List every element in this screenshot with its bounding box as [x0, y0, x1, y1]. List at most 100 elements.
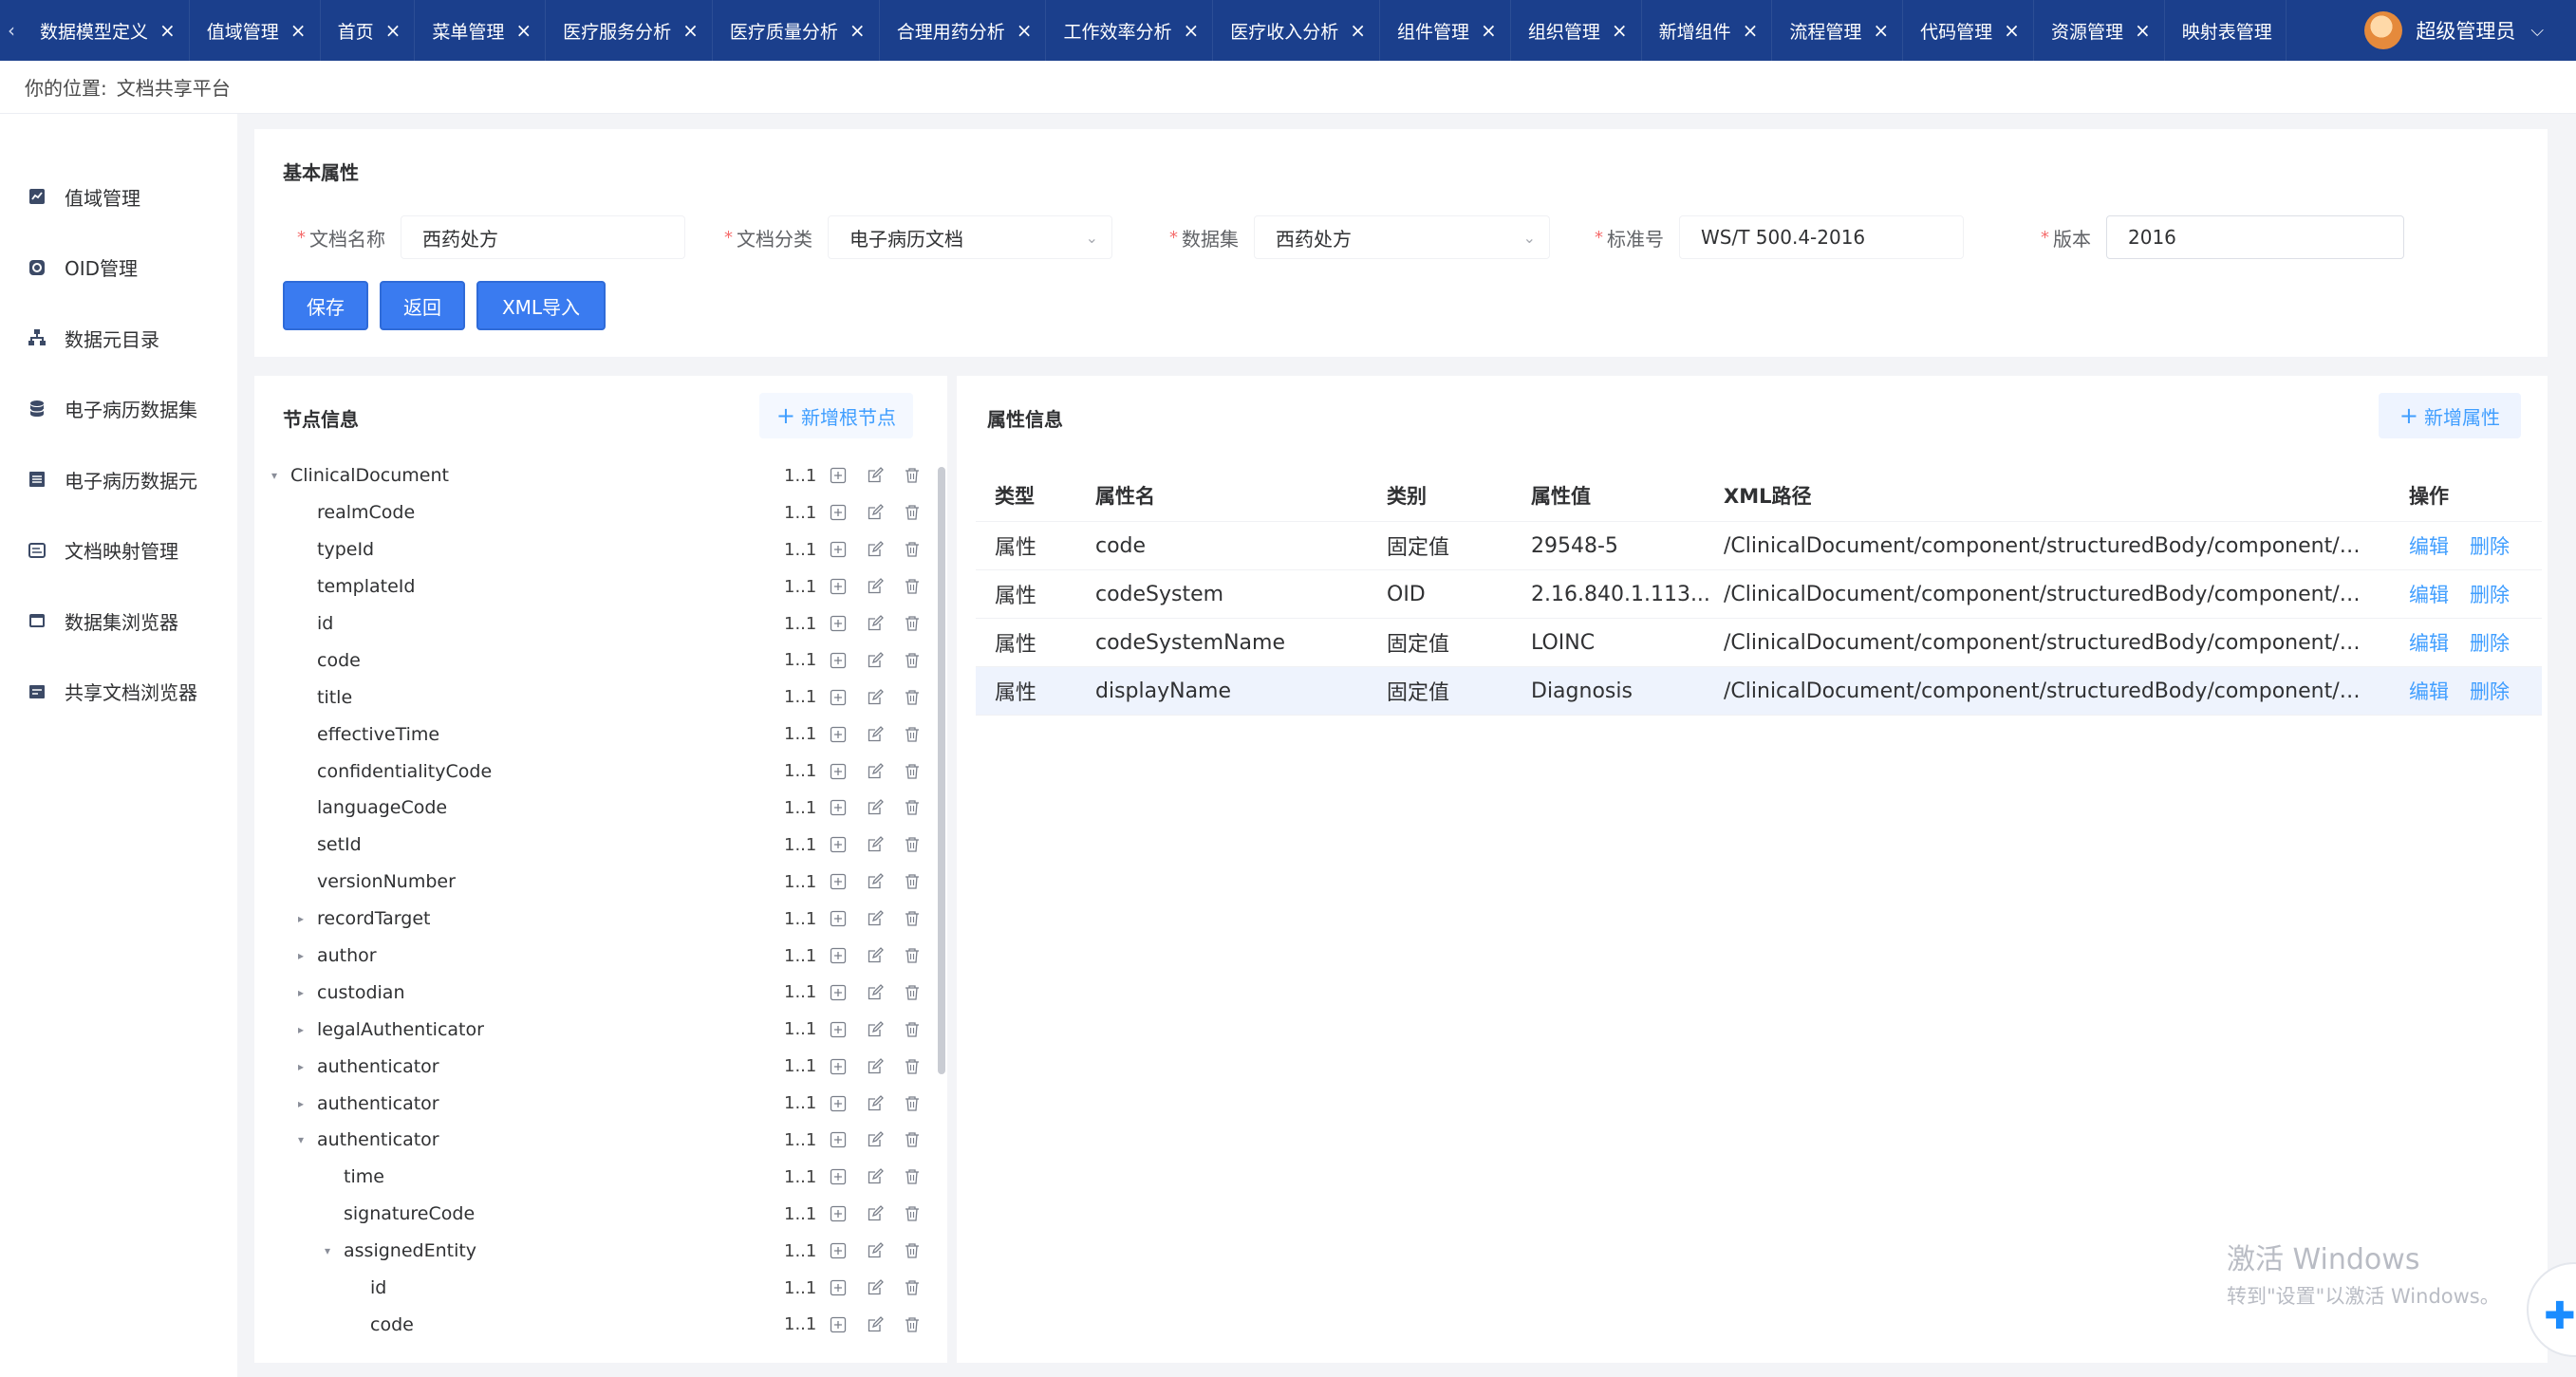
sidebar-item-1[interactable]: OID管理: [0, 233, 237, 304]
table-row[interactable]: 属性 codeSystemName 固定值 LOINC/ClinicalDocumen…: [976, 619, 2542, 667]
add-child-icon[interactable]: [829, 725, 848, 744]
caret-right-icon[interactable]: ▸: [294, 986, 308, 999]
tab-10[interactable]: 组织管理 ×: [1511, 0, 1642, 61]
edit-icon[interactable]: [866, 466, 885, 485]
delete-icon[interactable]: [903, 1278, 922, 1297]
delete-icon[interactable]: [903, 909, 922, 928]
tab-15[interactable]: 映射表管理: [2165, 0, 2287, 61]
close-icon[interactable]: ×: [385, 19, 401, 42]
close-icon[interactable]: ×: [1873, 19, 1889, 42]
breadcrumb-current[interactable]: 文档共享平台: [117, 73, 231, 101]
chevron-down-icon[interactable]: ⌵: [2530, 21, 2544, 41]
edit-icon[interactable]: [866, 909, 885, 928]
tree-node-label[interactable]: code: [370, 1314, 414, 1335]
tree-node-label[interactable]: signatureCode: [344, 1203, 475, 1224]
tree-node[interactable]: ▾ authenticator 1..1: [254, 1122, 930, 1159]
tree-node-label[interactable]: recordTarget: [317, 908, 430, 929]
tree-node[interactable]: id 1..1: [254, 605, 930, 642]
sidebar-item-7[interactable]: 共享文档浏览器: [0, 657, 237, 728]
save-button[interactable]: 保存: [283, 281, 368, 330]
delete-icon[interactable]: [903, 1057, 922, 1076]
tab-14[interactable]: 资源管理 ×: [2034, 0, 2165, 61]
tree-node-label[interactable]: languageCode: [317, 797, 447, 818]
user-menu[interactable]: 超级管理员 ⌵: [2364, 0, 2576, 61]
tree-node[interactable]: typeId 1..1: [254, 531, 930, 568]
tabs-scroll-left-icon[interactable]: ‹: [0, 19, 23, 42]
tree-node[interactable]: signatureCode 1..1: [254, 1196, 930, 1233]
close-icon[interactable]: ×: [159, 19, 176, 42]
delete-icon[interactable]: [903, 1241, 922, 1260]
tree-node[interactable]: ▸ legalAuthenticator 1..1: [254, 1011, 930, 1048]
tree-node-label[interactable]: authenticator: [317, 1129, 439, 1150]
caret-right-icon[interactable]: ▸: [294, 1097, 308, 1110]
add-child-icon[interactable]: [829, 872, 848, 891]
add-child-icon[interactable]: [829, 983, 848, 1002]
doc-category-select[interactable]: 电子病历文档 ⌄: [828, 215, 1112, 259]
sidebar-item-4[interactable]: 电子病历数据元: [0, 444, 237, 515]
add-child-icon[interactable]: [829, 1094, 848, 1113]
add-child-icon[interactable]: [829, 1057, 848, 1076]
add-child-icon[interactable]: [829, 1167, 848, 1186]
tab-12[interactable]: 流程管理 ×: [1772, 0, 1904, 61]
avatar[interactable]: [2364, 11, 2403, 49]
add-child-icon[interactable]: [829, 466, 848, 485]
delete-icon[interactable]: [903, 762, 922, 781]
tree-node[interactable]: ▾ assignedEntity 1..1: [254, 1233, 930, 1270]
tab-13[interactable]: 代码管理 ×: [1903, 0, 2034, 61]
caret-down-icon[interactable]: ▾: [268, 469, 281, 482]
close-icon[interactable]: ×: [849, 19, 866, 42]
close-icon[interactable]: ×: [1017, 19, 1033, 42]
tree-node-label[interactable]: assignedEntity: [344, 1240, 476, 1261]
tree-node[interactable]: effectiveTime 1..1: [254, 716, 930, 753]
edit-link[interactable]: 编辑: [2409, 680, 2449, 703]
delete-icon[interactable]: [903, 1315, 922, 1334]
edit-icon[interactable]: [866, 983, 885, 1002]
add-root-node-button[interactable]: + 新增根节点: [758, 393, 913, 438]
delete-icon[interactable]: [903, 466, 922, 485]
edit-link[interactable]: 编辑: [2409, 584, 2449, 606]
tree-node-label[interactable]: legalAuthenticator: [317, 1019, 484, 1040]
caret-down-icon[interactable]: ▾: [321, 1244, 334, 1257]
tree-node[interactable]: setId 1..1: [254, 827, 930, 864]
tree-node-label[interactable]: templateId: [317, 576, 415, 597]
tree-node-label[interactable]: authenticator: [317, 1093, 439, 1114]
xml-import-button[interactable]: XML导入: [476, 281, 606, 330]
tree-node[interactable]: confidentialityCode 1..1: [254, 753, 930, 790]
edit-link[interactable]: 编辑: [2409, 632, 2449, 655]
tree-scrollbar[interactable]: [938, 467, 945, 1074]
delete-icon[interactable]: [903, 503, 922, 522]
tree-node[interactable]: title 1..1: [254, 679, 930, 716]
tree-node-label[interactable]: typeId: [317, 539, 374, 560]
delete-icon[interactable]: [903, 577, 922, 596]
add-child-icon[interactable]: [829, 1020, 848, 1039]
delete-icon[interactable]: [903, 1130, 922, 1149]
delete-icon[interactable]: [903, 688, 922, 707]
close-icon[interactable]: ×: [1350, 19, 1366, 42]
delete-icon[interactable]: [903, 1204, 922, 1223]
tree-node[interactable]: ▸ authenticator 1..1: [254, 1048, 930, 1085]
delete-icon[interactable]: [903, 614, 922, 633]
edit-icon[interactable]: [866, 762, 885, 781]
table-row[interactable]: 属性 code 固定值 29548-5/ClinicalDocument/compon…: [976, 522, 2542, 570]
add-child-icon[interactable]: [829, 1315, 848, 1334]
delete-link[interactable]: 删除: [2470, 584, 2510, 606]
add-child-icon[interactable]: [829, 651, 848, 670]
tree-node[interactable]: ▸ authenticator 1..1: [254, 1085, 930, 1122]
caret-right-icon[interactable]: ▸: [294, 1023, 308, 1036]
close-icon[interactable]: ×: [515, 19, 532, 42]
dataset-select[interactable]: 西药处方 ⌄: [1254, 215, 1550, 259]
sidebar-item-5[interactable]: 文档映射管理: [0, 515, 237, 586]
add-attribute-button[interactable]: + 新增属性: [2378, 393, 2521, 438]
tree-node[interactable]: ▸ custodian 1..1: [254, 974, 930, 1011]
tab-6[interactable]: 合理用药分析 ×: [880, 0, 1047, 61]
tree-node[interactable]: ▸ recordTarget 1..1: [254, 901, 930, 938]
tree-node-label[interactable]: versionNumber: [317, 871, 456, 892]
table-row[interactable]: 属性 codeSystem OID 2.16.840.1.113... /Clinica…: [976, 570, 2542, 619]
caret-right-icon[interactable]: ▸: [294, 1060, 308, 1073]
add-child-icon[interactable]: [829, 688, 848, 707]
add-child-icon[interactable]: [829, 909, 848, 928]
tab-7[interactable]: 工作效率分析 ×: [1046, 0, 1214, 61]
delete-icon[interactable]: [903, 946, 922, 965]
add-child-icon[interactable]: [829, 503, 848, 522]
tab-9[interactable]: 组件管理 ×: [1380, 0, 1511, 61]
